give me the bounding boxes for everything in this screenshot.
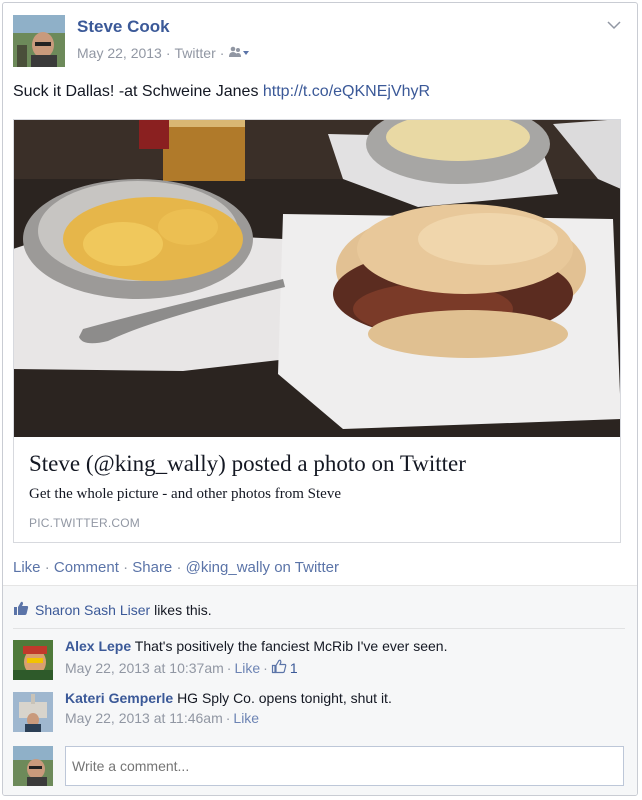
post-link[interactable]: http://t.co/eQKNEjVhyR bbox=[263, 83, 430, 100]
meta-dot: · bbox=[219, 45, 225, 61]
link-preview-title[interactable]: Steve (@king_wally) posted a photo on Tw… bbox=[29, 451, 466, 477]
comment-text-line: Alex Lepe That's positively the fanciest… bbox=[65, 638, 447, 654]
viewer-avatar bbox=[13, 746, 53, 786]
comment-body: HG Sply Co. opens tonight, shut it. bbox=[177, 690, 392, 706]
friends-icon[interactable] bbox=[228, 45, 250, 61]
post-message: Suck it Dallas! -at Schweine Janes bbox=[13, 83, 263, 100]
commenter-avatar[interactable] bbox=[13, 640, 53, 680]
post-source[interactable]: Twitter bbox=[175, 45, 216, 61]
comment-like-button[interactable]: Like bbox=[233, 710, 259, 726]
comment-time[interactable]: May 22, 2013 at 10:37am bbox=[65, 660, 224, 676]
comment-body: That's positively the fanciest McRib I'v… bbox=[134, 638, 448, 654]
action-bar: Like · Comment · Share · @king_wally on … bbox=[13, 559, 339, 576]
comment-like-count[interactable]: 1 bbox=[290, 660, 298, 676]
post-meta: May 22, 2013 · Twitter · bbox=[77, 45, 250, 61]
thumbs-up-icon bbox=[13, 600, 29, 619]
comment-input[interactable] bbox=[65, 746, 624, 786]
comment-text-line: Kateri Gemperle HG Sply Co. opens tonigh… bbox=[65, 690, 392, 706]
shared-photo[interactable] bbox=[13, 119, 621, 437]
action-dot: · bbox=[44, 559, 54, 576]
feedback-area: Sharon Sash Liser likes this. Alex Lepe … bbox=[3, 585, 637, 795]
link-preview-domain: PIC.TWITTER.COM bbox=[29, 516, 140, 530]
comment-author[interactable]: Kateri Gemperle bbox=[65, 690, 173, 706]
share-button[interactable]: Share bbox=[132, 559, 172, 576]
post-date[interactable]: May 22, 2013 bbox=[77, 45, 162, 61]
meta-dot: · bbox=[263, 659, 268, 676]
author-name[interactable]: Steve Cook bbox=[77, 17, 170, 37]
post-card: Steve Cook May 22, 2013 · Twitter · Suck… bbox=[2, 2, 638, 796]
post-text: Suck it Dallas! -at Schweine Janes http:… bbox=[13, 83, 430, 101]
thumbs-up-icon[interactable] bbox=[271, 658, 287, 677]
author-avatar[interactable] bbox=[13, 15, 65, 67]
via-twitter-link[interactable]: @king_wally on Twitter bbox=[186, 559, 339, 576]
comment-author[interactable]: Alex Lepe bbox=[65, 638, 131, 654]
chevron-down-icon[interactable] bbox=[607, 17, 621, 30]
action-dot: · bbox=[123, 559, 133, 576]
comment-meta: May 22, 2013 at 11:46am · Like bbox=[65, 710, 259, 726]
likes-suffix: likes this. bbox=[154, 601, 212, 618]
liker-name[interactable]: Sharon Sash Liser bbox=[35, 602, 150, 618]
comment-meta: May 22, 2013 at 10:37am · Like · 1 bbox=[65, 658, 298, 677]
comment-button[interactable]: Comment bbox=[54, 559, 119, 576]
meta-dot: · bbox=[165, 45, 171, 61]
meta-dot: · bbox=[225, 710, 231, 726]
meta-dot: · bbox=[226, 659, 232, 676]
action-dot: · bbox=[176, 559, 186, 576]
comment-time[interactable]: May 22, 2013 at 11:46am bbox=[65, 710, 223, 726]
comment-like-button[interactable]: Like bbox=[234, 660, 260, 676]
commenter-avatar[interactable] bbox=[13, 692, 53, 732]
comment-composer bbox=[13, 746, 625, 788]
like-button[interactable]: Like bbox=[13, 559, 41, 576]
divider bbox=[13, 628, 625, 629]
likes-summary: Sharon Sash Liser likes this. bbox=[13, 600, 212, 619]
link-preview-description: Get the whole picture - and other photos… bbox=[29, 486, 341, 502]
